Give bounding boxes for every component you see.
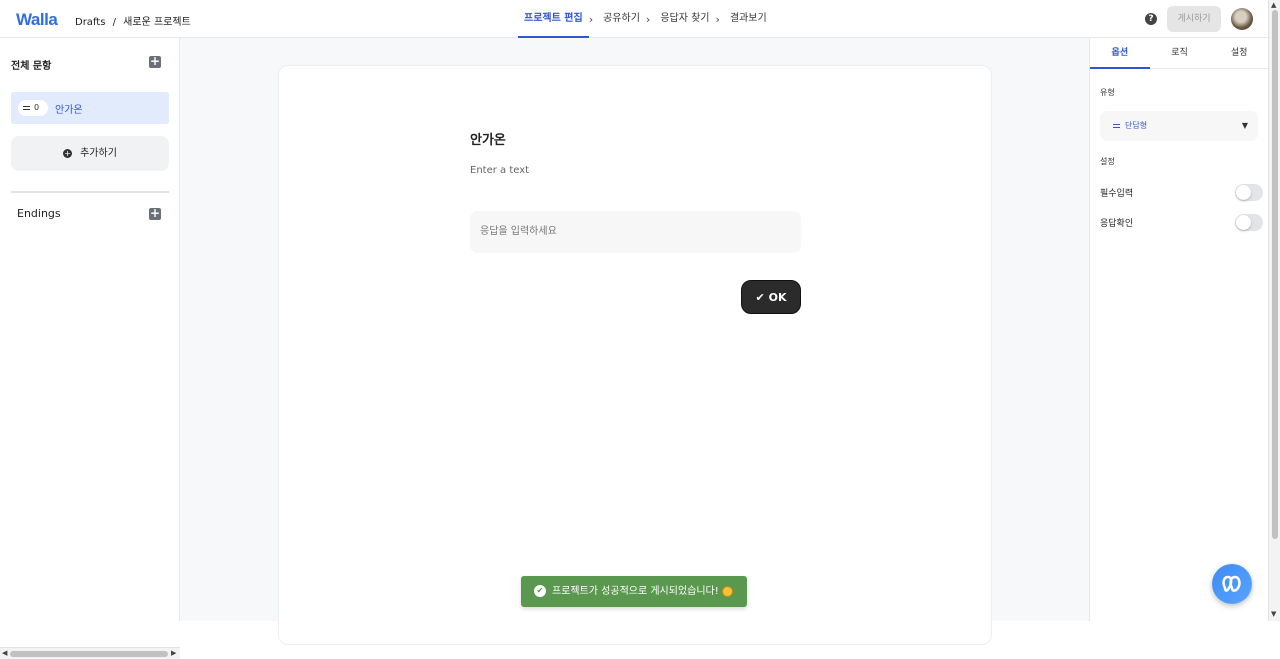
scroll-left-arrow-icon[interactable]: ◀ <box>2 649 7 657</box>
chevron-down-icon: ▼ <box>1241 121 1248 130</box>
settings-panel: 옵션 로직 설정 유형 단답형 ▼ 설정 필수입력 응답확인 <box>1089 38 1269 621</box>
toast-message: 프로젝트가 성공적으로 게시되었습니다! <box>552 586 719 597</box>
panel-tabs: 옵션 로직 설정 <box>1090 38 1269 69</box>
tab-logic[interactable]: 로직 <box>1150 38 1210 69</box>
required-toggle[interactable] <box>1235 184 1263 201</box>
vertical-scrollbar[interactable]: ▲ ▼ <box>1268 0 1280 621</box>
tab-options[interactable]: 옵션 <box>1090 38 1150 69</box>
ok-label: OK <box>768 291 787 304</box>
question-description[interactable]: Enter a text <box>470 165 529 176</box>
step-edit-project[interactable]: 프로젝트 편집 <box>518 0 589 38</box>
question-sidebar: 전체 문항 + 0 안가온 + 추가하기 Endings + ◀ ▶ <box>0 38 180 659</box>
question-type-select[interactable]: 단답형 ▼ <box>1100 111 1258 141</box>
editor-canvas: 안가온 Enter a text ✔ OK ✔ 프로젝트가 성공적으로 게시되었습… <box>180 38 1089 645</box>
add-button-label: 추가하기 <box>80 148 117 159</box>
type-label: 유형 <box>1100 88 1115 97</box>
question-index: 0 <box>34 103 40 112</box>
smile-emoji-icon <box>721 585 733 597</box>
add-ending-plus-icon[interactable]: + <box>149 207 161 220</box>
settings-section-label: 설정 <box>1100 157 1115 166</box>
ok-button[interactable]: ✔ OK <box>741 280 801 314</box>
all-questions-title: 전체 문항 <box>11 61 52 72</box>
success-toast: ✔ 프로젝트가 성공적으로 게시되었습니다! <box>521 576 747 607</box>
chevron-right-icon: › <box>588 12 594 26</box>
walla-logo-icon <box>1222 575 1241 592</box>
confirm-response-toggle[interactable] <box>1235 214 1263 231</box>
breadcrumb: Drafts / 새로운 프로젝트 <box>75 13 195 28</box>
toggle-knob <box>1236 215 1251 230</box>
breadcrumb-project-name: 새로운 프로젝트 <box>123 17 191 28</box>
chevron-right-icon: › <box>715 12 720 26</box>
scroll-up-arrow-icon[interactable]: ▲ <box>1271 1 1276 9</box>
sidebar-question-item[interactable]: 0 안가온 <box>11 92 169 124</box>
required-label: 필수입력 <box>1100 189 1134 199</box>
sidebar-question-label: 안가온 <box>55 105 83 116</box>
publish-button[interactable]: 게시하기 <box>1167 6 1221 32</box>
scroll-right-arrow-icon[interactable]: ▶ <box>171 649 176 657</box>
endings-title: Endings <box>17 207 61 220</box>
breadcrumb-separator: / <box>112 17 116 28</box>
plus-circle-icon: + <box>63 148 73 158</box>
toggle-knob <box>1236 185 1251 200</box>
step-share[interactable]: 공유하기 <box>597 0 646 38</box>
add-question-button[interactable]: + 추가하기 <box>11 136 169 171</box>
step-results[interactable]: 결과보기 <box>724 0 773 38</box>
top-bar: Walla Drafts / 새로운 프로젝트 프로젝트 편집 › 공유하기 ›… <box>0 0 1268 38</box>
check-icon: ✔ <box>755 291 765 304</box>
avatar[interactable] <box>1231 8 1253 30</box>
scroll-down-arrow-icon[interactable]: ▼ <box>1271 610 1276 618</box>
chevron-right-icon: › <box>645 12 651 26</box>
walla-chat-button[interactable] <box>1212 564 1252 604</box>
step-find-respondents[interactable]: 응답자 찾기 <box>654 0 715 38</box>
question-type-value: 단답형 <box>1125 121 1148 130</box>
sidebar-divider <box>11 191 169 193</box>
step-navigation: 프로젝트 편집 › 공유하기 › 응답자 찾기 › 결과보기 <box>518 0 773 38</box>
walla-logo[interactable]: Walla <box>16 10 58 30</box>
answer-input[interactable] <box>470 211 801 253</box>
question-type-badge: 0 <box>18 100 48 116</box>
horizontal-scrollbar[interactable]: ◀ ▶ <box>0 647 180 659</box>
short-text-icon <box>23 105 30 110</box>
confirm-response-label: 응답확인 <box>1100 219 1134 229</box>
scrollbar-thumb[interactable] <box>1272 10 1278 539</box>
check-circle-icon: ✔ <box>534 585 546 597</box>
add-question-plus-icon[interactable]: + <box>149 55 161 68</box>
tab-settings[interactable]: 설정 <box>1209 38 1269 69</box>
question-card: 안가온 Enter a text ✔ OK <box>278 65 992 645</box>
help-icon[interactable]: ? <box>1145 13 1157 25</box>
short-text-icon <box>1113 123 1120 128</box>
question-title[interactable]: 안가온 <box>470 129 506 148</box>
scrollbar-thumb[interactable] <box>10 651 168 657</box>
breadcrumb-drafts[interactable]: Drafts <box>75 17 105 28</box>
